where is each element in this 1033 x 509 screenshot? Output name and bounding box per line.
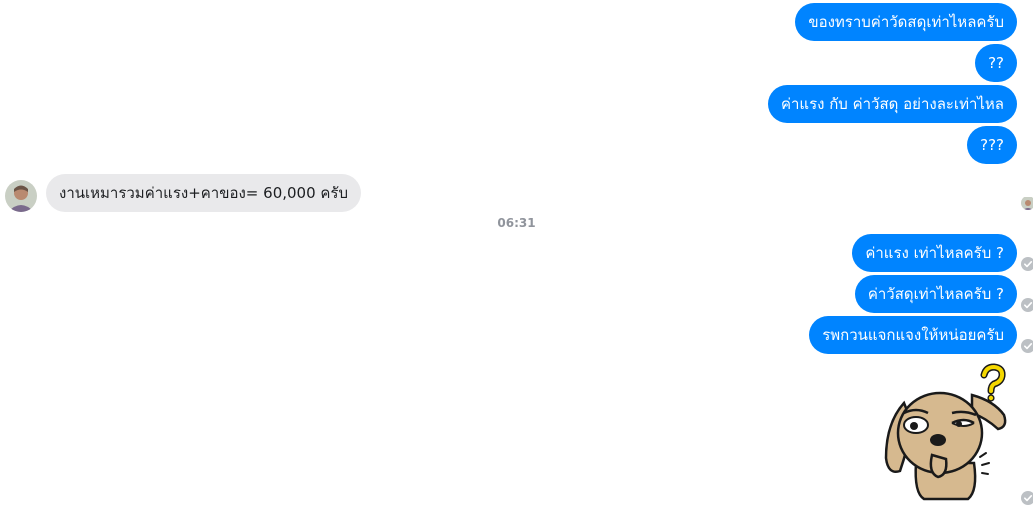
delivered-check-icon <box>1021 298 1033 312</box>
outgoing-message[interactable]: ค่าวัสดุเท่าไหลครับ ? <box>854 275 1017 313</box>
outgoing-message[interactable]: ??? <box>967 126 1017 164</box>
delivered-check-icon <box>1021 491 1033 505</box>
outgoing-message[interactable]: รพกวนแจกแจงให้หน่อยครับ <box>809 316 1017 354</box>
confused-dog-sticker-icon[interactable] <box>876 363 1011 501</box>
incoming-message[interactable]: งานเหมารวมค่าแรง+คาของ= 60,000 ครับ <box>46 174 362 212</box>
seen-avatar <box>1021 196 1033 210</box>
outgoing-message[interactable]: ค่าแรง กับ ค่าวัสดุ อย่างละเท่าไหล <box>767 85 1017 123</box>
outgoing-message[interactable]: ของทราบค่าวัดสดุเท่าไหลครับ <box>795 3 1017 41</box>
message-timestamp: 06:31 <box>497 216 536 230</box>
outgoing-message[interactable]: ค่าแรง เท่าไหลครับ ? <box>852 234 1017 272</box>
delivered-check-icon <box>1021 257 1033 271</box>
contact-avatar[interactable] <box>5 180 37 212</box>
outgoing-message[interactable]: ?? <box>975 44 1017 82</box>
delivered-check-icon <box>1021 339 1033 353</box>
